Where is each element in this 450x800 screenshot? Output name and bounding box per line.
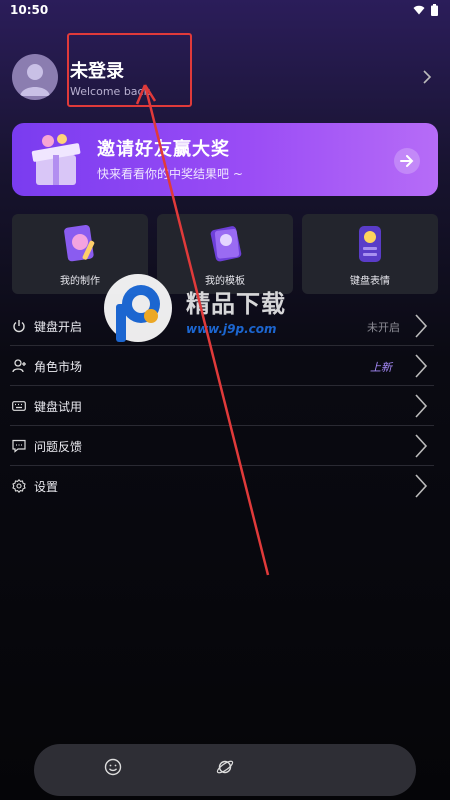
menu-item-feedback[interactable]: 问题反馈: [10, 426, 434, 466]
menu-item-keyboard-trial[interactable]: 键盘试用: [10, 386, 434, 426]
chevron-right-icon[interactable]: [422, 69, 432, 85]
annotation-highlight-box: [67, 33, 192, 107]
menu-item-label: 键盘开启: [34, 320, 83, 334]
status-icons: [413, 4, 438, 16]
watermark-text: 精品下载: [186, 290, 286, 318]
menu-item-label: 角色市场: [34, 360, 83, 374]
chevron-right-icon[interactable]: [414, 353, 428, 379]
gift-box-icon: [31, 134, 81, 185]
invite-banner[interactable]: 邀请好友赢大奖 快来看看你的中奖结果吧 ~: [12, 123, 438, 196]
my-templates-icon: [210, 226, 242, 262]
power-icon: [13, 320, 25, 333]
person-plus-icon: [12, 359, 26, 373]
smile-icon[interactable]: [104, 758, 122, 776]
keyboard-emoji-icon: [359, 226, 381, 262]
arrow-right-icon: [400, 155, 414, 167]
bottom-tab-bar: [34, 744, 416, 796]
menu-item-label: 设置: [34, 480, 59, 494]
chevron-right-icon[interactable]: [414, 393, 428, 419]
j9p-logo-icon: [104, 274, 172, 342]
watermark: 精品下载 www.j9p.com: [98, 270, 353, 350]
invite-banner-title: 邀请好友赢大奖: [97, 139, 230, 160]
menu-item-role-market[interactable]: 角色市场 上新: [10, 346, 434, 386]
new-badge: 上新: [370, 361, 392, 374]
chevron-right-icon[interactable]: [414, 473, 428, 499]
chevron-right-icon[interactable]: [414, 313, 428, 339]
chevron-right-icon[interactable]: [414, 433, 428, 459]
wifi-icon: [413, 5, 425, 15]
user-avatar-icon: [20, 64, 50, 96]
my-creations-icon: [64, 225, 95, 262]
invite-banner-subtitle: 快来看看你的中奖结果吧 ~: [97, 167, 243, 181]
keyboard-status-text: 未开启: [367, 321, 400, 334]
avatar[interactable]: [12, 54, 58, 100]
keyboard-icon: [12, 401, 26, 411]
menu-item-label: 问题反馈: [34, 440, 83, 454]
menu-item-label: 键盘试用: [34, 400, 83, 414]
status-bar: 10:50: [0, 0, 450, 20]
watermark-url: www.j9p.com: [186, 322, 277, 336]
invite-arrow-button[interactable]: [394, 148, 420, 174]
planet-icon[interactable]: [216, 758, 234, 776]
menu-item-settings[interactable]: 设置: [10, 466, 434, 506]
status-time: 10:50: [10, 3, 49, 17]
gear-icon: [12, 479, 26, 493]
chat-icon: [12, 439, 26, 453]
battery-icon: [431, 4, 438, 16]
